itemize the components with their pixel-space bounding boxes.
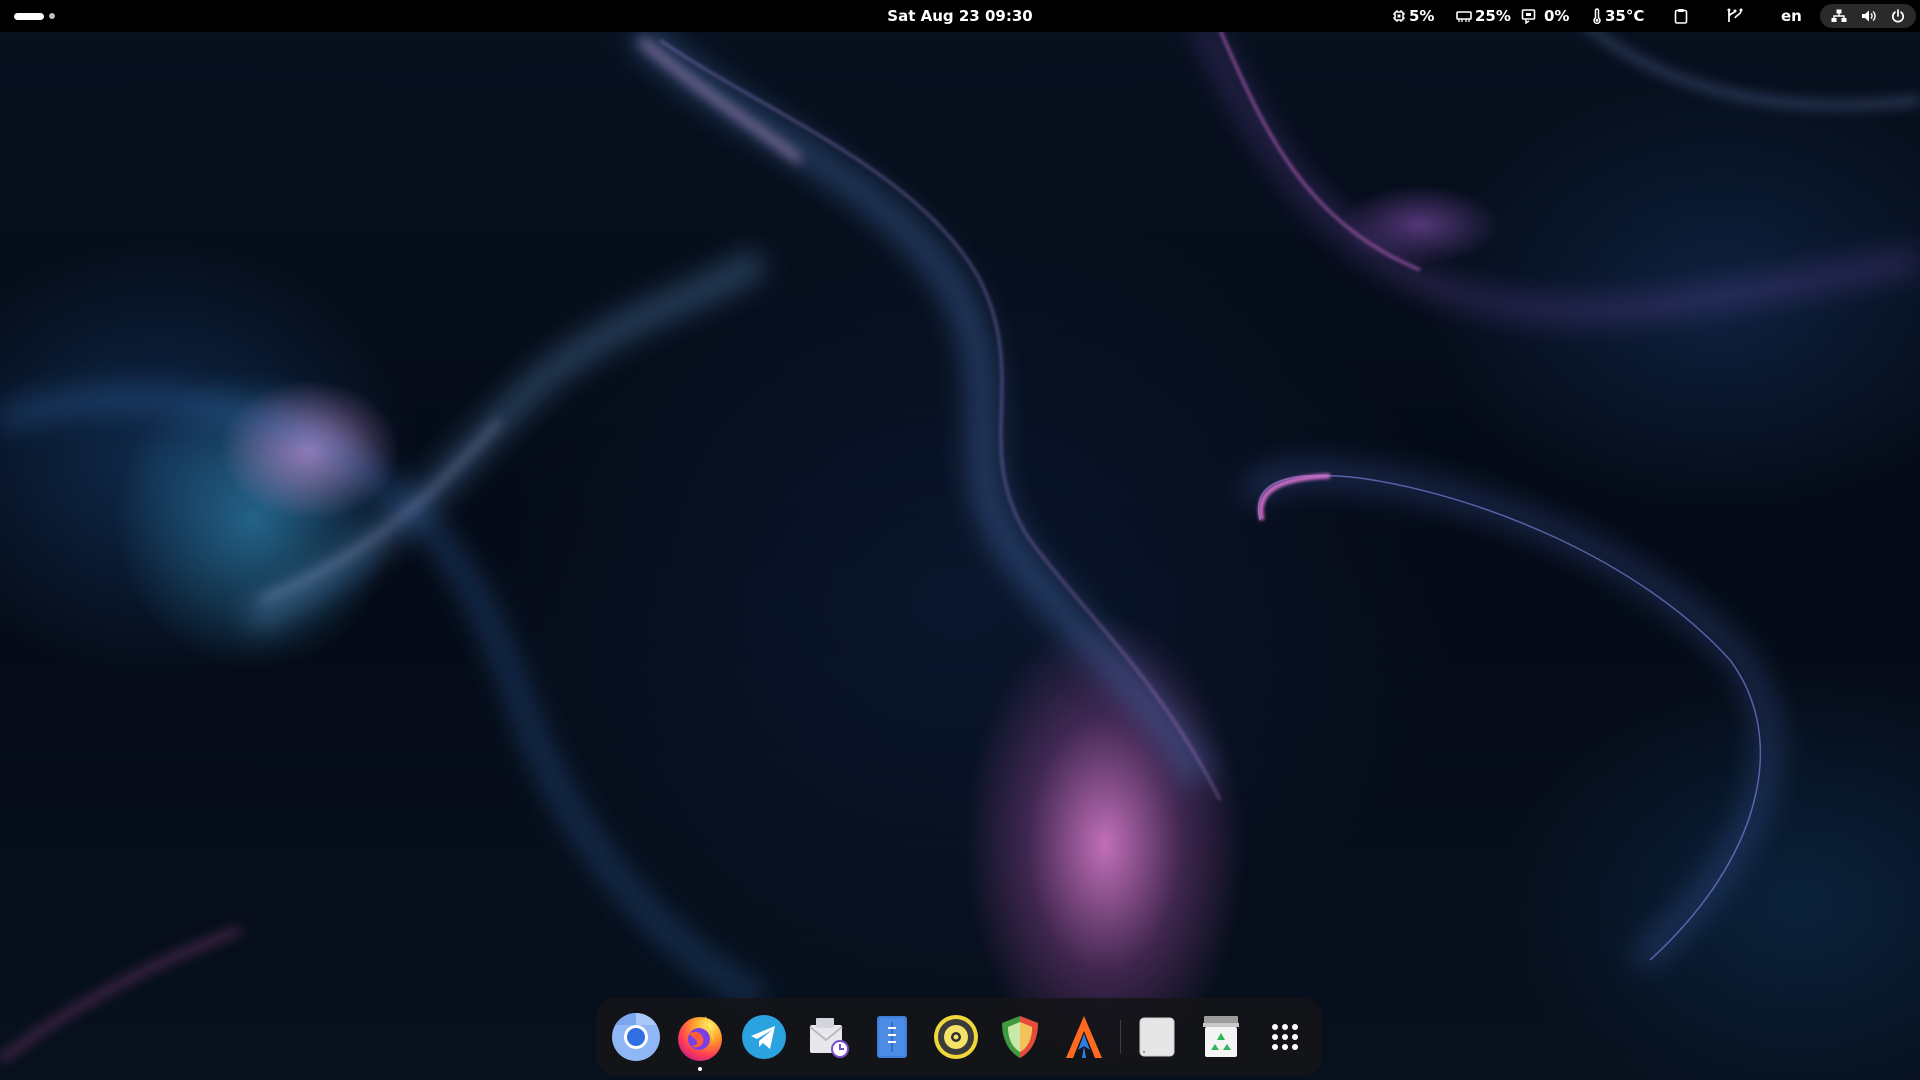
swap-icon: [1521, 9, 1536, 24]
dock-item-chromium[interactable]: [610, 1011, 662, 1063]
clipboard-icon: [1674, 9, 1688, 24]
dock: [596, 998, 1322, 1076]
keyboard-layout-indicator[interactable]: en: [1781, 0, 1802, 32]
dock-item-shield[interactable]: [994, 1011, 1046, 1063]
top-bar: Sat Aug 23 09:30 5% 25% 0% 35°C en: [0, 0, 1920, 32]
memory-icon: [1456, 11, 1472, 22]
keyboard-layout-value: en: [1781, 7, 1802, 25]
swap-value: 0%: [1544, 7, 1570, 25]
dock-item-text-editor[interactable]: [866, 1011, 918, 1063]
branch-indicator[interactable]: [1726, 0, 1744, 32]
power-icon: [1891, 9, 1905, 23]
system-menu-button[interactable]: [1820, 4, 1916, 28]
dock-item-trash[interactable]: [1195, 1011, 1247, 1063]
clock[interactable]: Sat Aug 23 09:30: [880, 0, 1040, 32]
workspace-dot: [49, 13, 55, 19]
dock-item-drive[interactable]: [1131, 1011, 1183, 1063]
dock-item-mail-scheduler[interactable]: [802, 1011, 854, 1063]
temperature-value: 35°C: [1605, 7, 1645, 25]
firefox-icon: [678, 1016, 722, 1061]
dock-item-arch-launcher[interactable]: [1058, 1011, 1110, 1063]
speaker-volume-icon: [1862, 10, 1876, 22]
network-wired-icon: [1831, 9, 1847, 22]
cpu-indicator[interactable]: 5%: [1392, 0, 1434, 32]
text-editor-icon: [877, 1016, 907, 1058]
dock-item-music-player[interactable]: [930, 1011, 982, 1063]
clipboard-indicator[interactable]: [1674, 0, 1688, 32]
mail-clock-icon: [809, 1018, 849, 1058]
thermometer-icon: [1593, 8, 1601, 24]
app-grid-icon: [1272, 1024, 1298, 1050]
dock-item-show-apps[interactable]: [1259, 1011, 1311, 1063]
chromium-icon: [612, 1013, 660, 1061]
dock-item-firefox[interactable]: [674, 1011, 726, 1071]
activities-indicator-icon: [14, 12, 44, 20]
running-indicator: [698, 1067, 702, 1071]
temperature-indicator[interactable]: 35°C: [1592, 0, 1644, 32]
telegram-icon: [742, 1015, 786, 1059]
activities-button[interactable]: [8, 6, 74, 26]
drive-icon: [1139, 1017, 1175, 1057]
cpu-value: 5%: [1409, 7, 1435, 25]
shield-icon: [1002, 1016, 1038, 1058]
memory-value: 25%: [1475, 7, 1511, 25]
dock-item-telegram[interactable]: [738, 1011, 790, 1063]
cpu-icon: [1393, 10, 1405, 22]
wallpaper: [0, 0, 1920, 1080]
wallpaper-waves: [0, 15, 1920, 1063]
branch-icon: [1727, 8, 1743, 22]
trash-icon: [1203, 1016, 1239, 1057]
desktop[interactable]: Sat Aug 23 09:30 5% 25% 0% 35°C en: [0, 0, 1920, 1080]
dock-separator: [1120, 1020, 1121, 1054]
memory-indicator[interactable]: 25%: [1456, 0, 1511, 32]
music-player-icon: [934, 1015, 978, 1059]
swap-indicator[interactable]: 0%: [1521, 0, 1569, 32]
arch-a-icon: [1066, 1016, 1102, 1058]
